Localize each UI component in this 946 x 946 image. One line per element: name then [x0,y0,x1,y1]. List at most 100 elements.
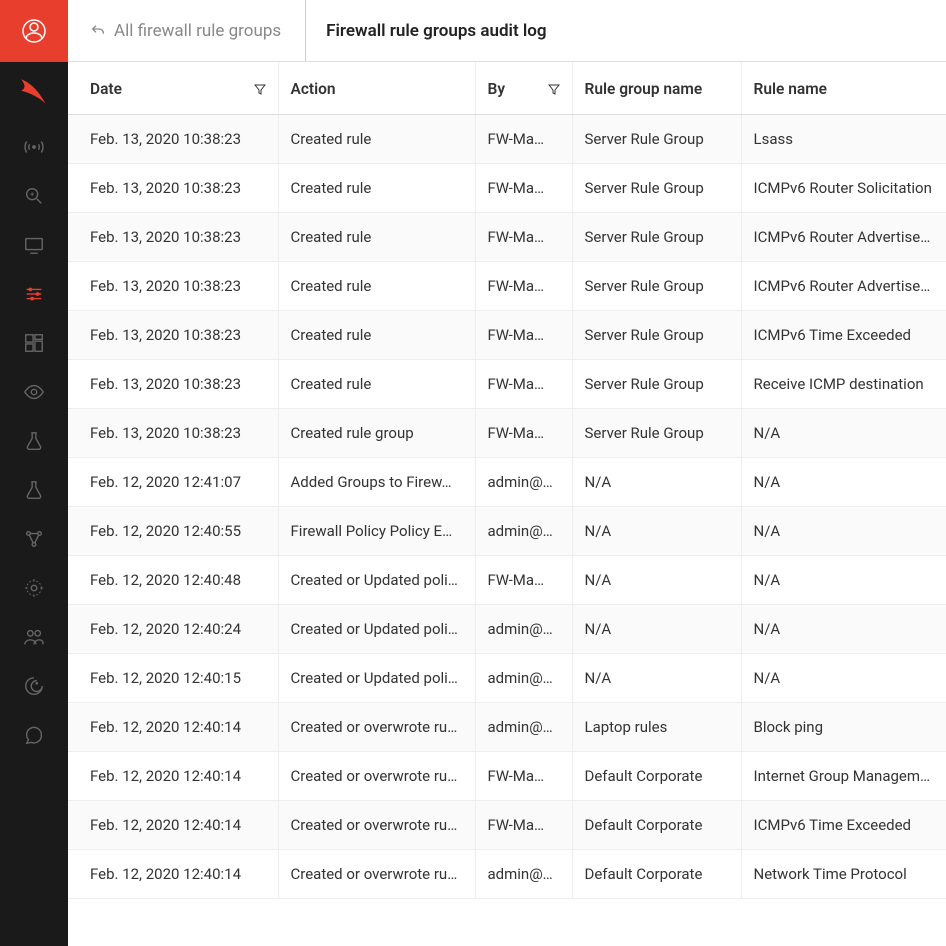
column-header-date[interactable]: Date [68,62,278,115]
cell-rule: ICMPv6 Router Advertisement [741,262,946,311]
flask-icon[interactable] [0,416,68,465]
cell-date: Feb. 13, 2020 10:38:23 [68,164,278,213]
table-row[interactable]: Feb. 12, 2020 12:41:07Added Groups to Fi… [68,458,946,507]
cell-rule: N/A [741,458,946,507]
chat-icon[interactable] [0,710,68,759]
target-icon[interactable] [0,563,68,612]
dashboard-icon[interactable] [0,318,68,367]
falcon-logo-icon[interactable] [0,62,68,122]
cell-action: Created or overwrote ru… [278,801,475,850]
cell-group: Server Rule Group [572,262,741,311]
column-header-group[interactable]: Rule group name [572,62,741,115]
filter-icon[interactable] [548,83,560,95]
graph-icon[interactable] [0,514,68,563]
cell-group: Server Rule Group [572,115,741,164]
cell-rule: ICMPv6 Time Exceeded [741,801,946,850]
monitor-icon[interactable] [0,220,68,269]
cell-date: Feb. 12, 2020 12:40:15 [68,654,278,703]
cell-action: Created rule [278,360,475,409]
cell-action: Created rule [278,262,475,311]
cell-date: Feb. 13, 2020 10:38:23 [68,115,278,164]
table-row[interactable]: Feb. 13, 2020 10:38:23Created ruleFW-Ma…… [68,311,946,360]
cell-rule: Network Time Protocol [741,850,946,899]
cell-by: admin@… [475,507,572,556]
filter-icon[interactable] [254,83,266,95]
cell-by: admin@… [475,458,572,507]
cell-group: N/A [572,556,741,605]
cell-group: Server Rule Group [572,164,741,213]
cell-rule: ICMPv6 Router Solicitation [741,164,946,213]
table-row[interactable]: Feb. 12, 2020 12:40:55Firewall Policy Po… [68,507,946,556]
cell-by: FW-Ma… [475,801,572,850]
col-by-label: By [488,80,506,98]
cell-rule: N/A [741,556,946,605]
broadcast-icon[interactable] [0,122,68,171]
cell-group: Default Corporate [572,752,741,801]
cell-rule: N/A [741,605,946,654]
table-row[interactable]: Feb. 13, 2020 10:38:23Created rule group… [68,409,946,458]
sidebar-top-avatar[interactable] [0,0,68,62]
swirl-icon[interactable] [0,661,68,710]
table-row[interactable]: Feb. 13, 2020 10:38:23Created ruleFW-Ma…… [68,164,946,213]
cell-action: Created or Updated poli… [278,654,475,703]
table-row[interactable]: Feb. 13, 2020 10:38:23Created ruleFW-Ma…… [68,213,946,262]
cell-date: Feb. 12, 2020 12:40:55 [68,507,278,556]
cell-rule: Receive ICMP destination [741,360,946,409]
cell-rule: N/A [741,507,946,556]
cell-date: Feb. 13, 2020 10:38:23 [68,311,278,360]
cell-by: FW-Ma… [475,213,572,262]
cell-date: Feb. 12, 2020 12:40:14 [68,703,278,752]
cell-by: admin@… [475,850,572,899]
table-row[interactable]: Feb. 12, 2020 12:40:15Created or Updated… [68,654,946,703]
cell-rule: ICMPv6 Router Advertisement [741,213,946,262]
flask-icon-2[interactable] [0,465,68,514]
cell-group: Server Rule Group [572,409,741,458]
cell-by: admin@… [475,605,572,654]
sliders-icon[interactable] [0,269,68,318]
back-link[interactable]: All firewall rule groups [68,0,306,61]
cell-by: admin@… [475,654,572,703]
cell-date: Feb. 12, 2020 12:40:48 [68,556,278,605]
users-icon[interactable] [0,612,68,661]
column-header-rule[interactable]: Rule name [741,62,946,115]
col-action-label: Action [291,80,336,98]
table-row[interactable]: Feb. 12, 2020 12:40:14Created or overwro… [68,801,946,850]
table-row[interactable]: Feb. 12, 2020 12:40:48Created or Updated… [68,556,946,605]
cell-date: Feb. 13, 2020 10:38:23 [68,213,278,262]
cell-by: FW-Ma… [475,164,572,213]
cell-by: FW-Ma… [475,556,572,605]
column-header-by[interactable]: By [475,62,572,115]
table-row[interactable]: Feb. 12, 2020 12:40:14Created or overwro… [68,752,946,801]
cell-group: N/A [572,605,741,654]
cell-date: Feb. 13, 2020 10:38:23 [68,360,278,409]
cell-group: Default Corporate [572,850,741,899]
eye-icon[interactable] [0,367,68,416]
cell-group: N/A [572,654,741,703]
table-row[interactable]: Feb. 13, 2020 10:38:23Created ruleFW-Ma…… [68,360,946,409]
table-row[interactable]: Feb. 13, 2020 10:38:23Created ruleFW-Ma…… [68,262,946,311]
cell-action: Added Groups to Firew… [278,458,475,507]
table-row[interactable]: Feb. 12, 2020 12:40:24Created or Updated… [68,605,946,654]
table-row[interactable]: Feb. 13, 2020 10:38:23Created ruleFW-Ma…… [68,115,946,164]
column-header-action[interactable]: Action [278,62,475,115]
cell-date: Feb. 12, 2020 12:40:24 [68,605,278,654]
cell-date: Feb. 13, 2020 10:38:23 [68,409,278,458]
back-label: All firewall rule groups [114,21,281,41]
search-icon[interactable] [0,171,68,220]
header: All firewall rule groups Firewall rule g… [68,0,946,62]
cell-action: Created rule [278,213,475,262]
cell-action: Created or overwrote ru… [278,850,475,899]
sidebar [0,0,68,946]
cell-rule: ICMPv6 Time Exceeded [741,311,946,360]
cell-rule: N/A [741,654,946,703]
table-row[interactable]: Feb. 12, 2020 12:40:14Created or overwro… [68,703,946,752]
table-row[interactable]: Feb. 12, 2020 12:40:14Created or overwro… [68,850,946,899]
cell-action: Created or overwrote ru… [278,752,475,801]
cell-action: Created rule [278,311,475,360]
cell-group: Server Rule Group [572,311,741,360]
cell-rule: Lsass [741,115,946,164]
cell-group: N/A [572,507,741,556]
col-group-label: Rule group name [585,80,703,98]
cell-action: Created rule [278,115,475,164]
cell-group: Laptop rules [572,703,741,752]
